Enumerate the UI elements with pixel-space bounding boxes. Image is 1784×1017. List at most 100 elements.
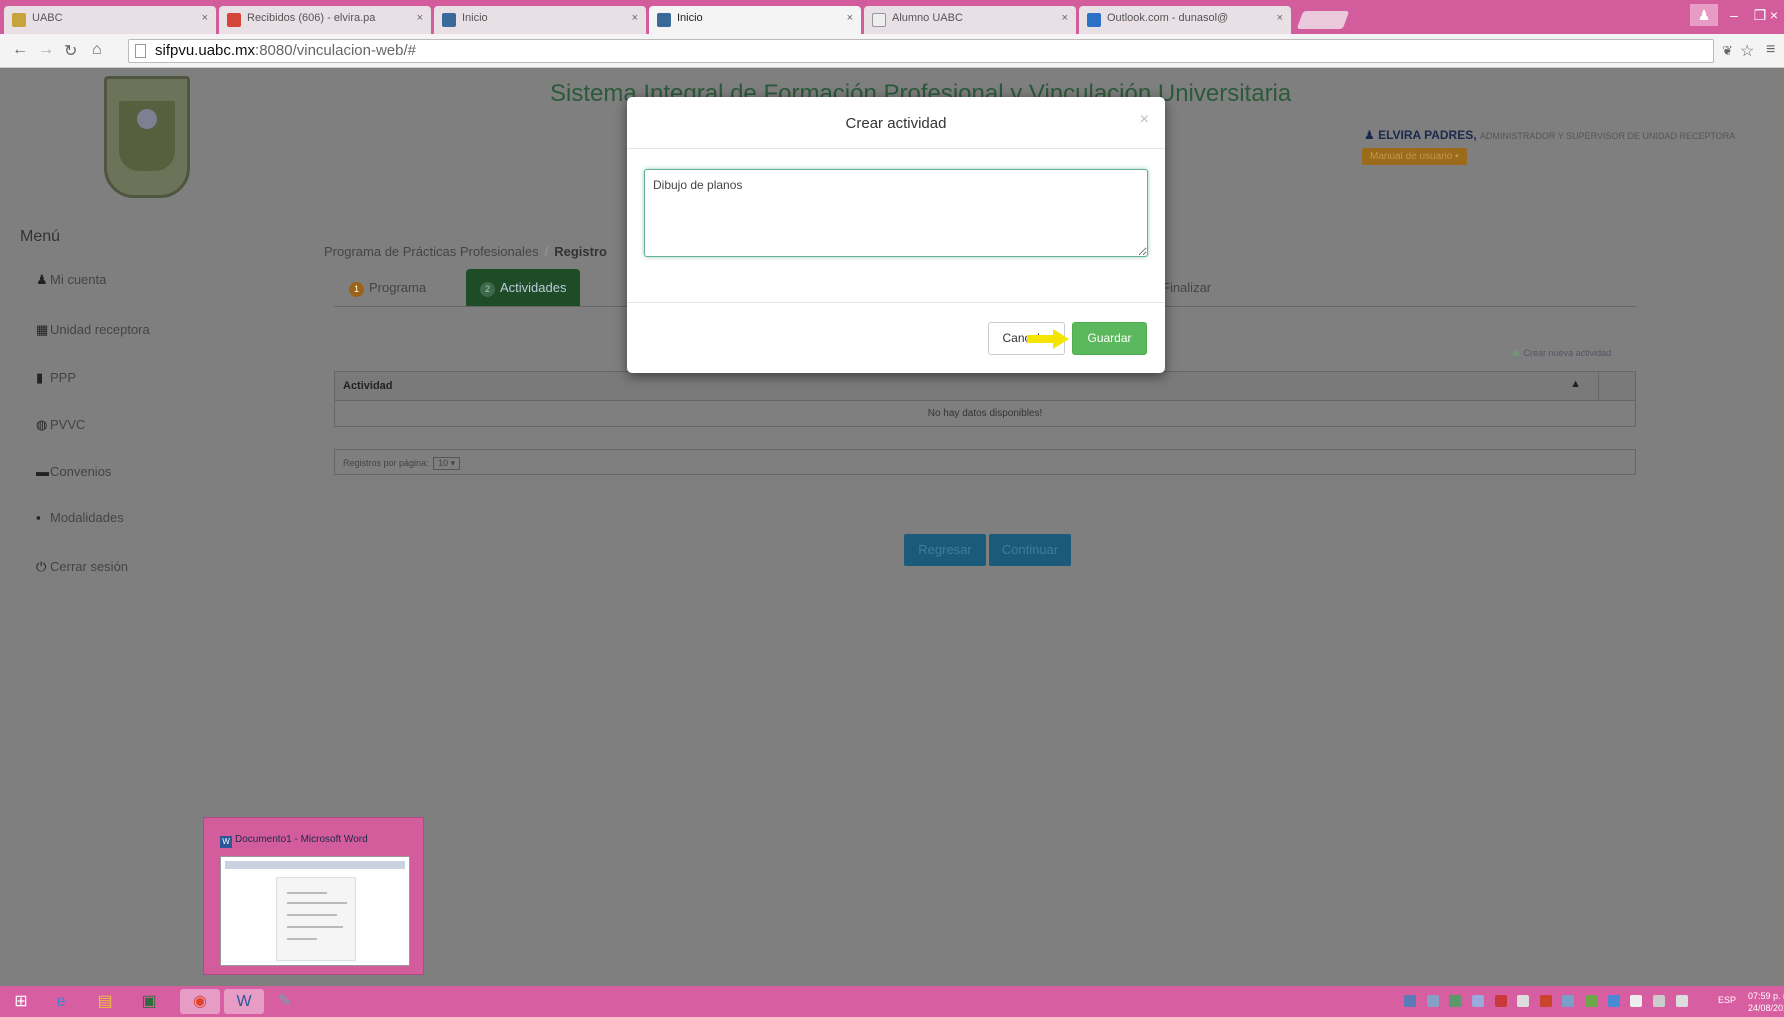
close-window-icon[interactable]: × xyxy=(1764,4,1784,26)
reload-icon[interactable]: ↻ xyxy=(64,41,77,61)
user-profile-icon[interactable]: ♟ xyxy=(1690,4,1718,26)
ribbon-preview xyxy=(225,861,405,869)
menu-item-unidad-receptora[interactable]: ▦ Unidad receptora xyxy=(36,322,150,338)
activities-table: Actividad ▲ No hay datos disponibles! xyxy=(334,371,1636,427)
home-icon[interactable]: ⌂ xyxy=(92,41,102,59)
tab-label: Programa xyxy=(369,280,427,295)
menu-item-pvvc[interactable]: ◍ PVVC xyxy=(36,417,85,433)
menu-item-convenios[interactable]: ▬Convenios xyxy=(36,464,111,479)
tray-icon[interactable] xyxy=(1426,995,1439,1007)
activity-description-input[interactable] xyxy=(644,169,1148,257)
crest-emblem xyxy=(137,109,157,129)
arrow-pointer-icon xyxy=(1027,329,1069,349)
user-info: ♟ ELVIRA PADRES, ADMINISTRADOR Y SUPERVI… xyxy=(1364,128,1735,142)
windows-start-icon[interactable]: ⊞ xyxy=(8,989,34,1014)
tray-icon[interactable] xyxy=(1517,995,1530,1007)
minimize-icon[interactable]: – xyxy=(1720,4,1748,26)
menu-icon[interactable]: ≡ xyxy=(1766,41,1775,59)
save-button[interactable]: Guardar xyxy=(1072,322,1147,355)
step-number-badge: 1 xyxy=(349,282,364,297)
breadcrumb-program[interactable]: Programa de Prácticas Profesionales xyxy=(324,244,539,259)
close-icon[interactable]: × xyxy=(202,12,208,24)
url-path: :8080/vinculacion-web/# xyxy=(255,42,416,59)
internet-explorer-icon[interactable]: e xyxy=(48,989,74,1014)
step-number-badge: 2 xyxy=(480,282,495,297)
tray-icon[interactable] xyxy=(1404,995,1416,1007)
chrome-icon[interactable]: ◉ xyxy=(180,989,220,1014)
word-thumbnail-preview[interactable]: W Documento1 - Microsoft Word xyxy=(203,817,424,975)
close-icon[interactable]: × xyxy=(417,12,423,24)
clock[interactable]: 07:59 p. m. 24/08/2015 xyxy=(1748,990,1784,1014)
menu-label: PVVC xyxy=(50,417,86,432)
browser-tab-inicio-active[interactable]: Inicio × xyxy=(649,6,861,34)
per-page-select[interactable]: 10 ▾ xyxy=(433,457,461,470)
column-header-actividad[interactable]: Actividad xyxy=(343,380,393,392)
tab-actividades[interactable]: 2 Actividades xyxy=(466,269,581,307)
network-icon[interactable] xyxy=(1652,995,1665,1007)
tray-icon[interactable] xyxy=(1471,995,1484,1007)
menu-item-ppp[interactable]: ▮ PPP xyxy=(36,370,76,386)
tray-icon[interactable] xyxy=(1539,995,1552,1007)
flag-icon[interactable] xyxy=(1630,995,1643,1007)
document-preview xyxy=(276,877,356,961)
thumbnail-title: W Documento1 - Microsoft Word xyxy=(220,834,368,848)
new-tab-button[interactable] xyxy=(1296,11,1350,29)
tab-label: Actividades xyxy=(500,280,567,295)
close-icon[interactable]: × xyxy=(632,12,638,24)
tray-icon[interactable] xyxy=(1607,995,1620,1007)
tray-icon[interactable] xyxy=(1562,995,1575,1007)
url-input[interactable]: sifpvu.uabc.mx:8080/vinculacion-web/# xyxy=(128,39,1714,63)
continue-button[interactable]: Continuar xyxy=(989,534,1071,566)
browser-tab-alumno[interactable]: Alumno UABC × xyxy=(864,6,1076,34)
breadcrumb: Programa de Prácticas Profesionales / Regi… xyxy=(324,244,607,259)
page-icon xyxy=(135,44,146,58)
close-icon[interactable]: × xyxy=(1140,111,1149,129)
forward-arrow-icon[interactable]: → xyxy=(38,41,54,59)
close-icon[interactable]: × xyxy=(1062,12,1068,24)
store-icon[interactable]: ▣ xyxy=(136,989,162,1014)
back-arrow-icon[interactable]: ← xyxy=(12,41,28,59)
breadcrumb-current: Registro xyxy=(554,244,607,259)
user-manual-button[interactable]: Manual de usuario ▪ xyxy=(1362,148,1467,165)
menu-title: Menú xyxy=(20,228,61,245)
word-icon[interactable]: W xyxy=(224,989,264,1014)
create-activity-modal: Crear actividad × Cancelar Guardar xyxy=(627,97,1165,373)
back-button[interactable]: Regresar xyxy=(904,534,986,566)
star-icon[interactable]: ☆ xyxy=(1740,41,1754,61)
volume-icon[interactable] xyxy=(1675,995,1688,1007)
extension-icon[interactable]: ❦ xyxy=(1722,43,1733,59)
close-icon[interactable]: × xyxy=(1277,12,1283,24)
language-indicator[interactable]: ESP xyxy=(1718,995,1736,1005)
tab-title: Outlook.com - dunasol@ xyxy=(1107,12,1229,24)
tray-icon[interactable] xyxy=(1585,995,1597,1007)
tab-title: Recibidos (606) - elvira.pa xyxy=(247,12,376,24)
file-explorer-icon[interactable]: ▤ xyxy=(92,989,118,1014)
sort-icon[interactable]: ▲ xyxy=(1570,378,1581,390)
clock-date: 24/08/2015 xyxy=(1748,1003,1784,1013)
word-icon: W xyxy=(220,836,232,848)
per-page-value: 10 xyxy=(438,458,449,468)
windows-taskbar: ⊞ e ▤ ▣ ◉ W ✎ ESP 07:59 p. m. 24/08/2015 xyxy=(0,986,1784,1017)
menu-label: Cerrar sesión xyxy=(50,559,129,574)
tab-programa[interactable]: 1 Programa xyxy=(335,269,440,307)
browser-tab-outlook[interactable]: Outlook.com - dunasol@ × xyxy=(1079,6,1291,34)
paint-icon[interactable]: ✎ xyxy=(272,989,298,1014)
menu-item-modalidades[interactable]: ▪ Modalidades xyxy=(36,510,124,525)
menu-item-mi-cuenta[interactable]: ♟ Mi cuenta xyxy=(36,272,106,288)
grid-icon: ▦ xyxy=(36,322,49,337)
menu-item-cerrar-sesion[interactable]: ⏻ Cerrar sesión xyxy=(36,559,128,575)
url-host: sifpvu.uabc.mx xyxy=(155,42,256,59)
tab-title: Alumno UABC xyxy=(892,12,963,24)
create-activity-link[interactable]: ⊕ Crear nueva actividad xyxy=(1512,348,1611,359)
tab-finalizar[interactable]: Finalizar xyxy=(1160,269,1225,307)
close-icon[interactable]: × xyxy=(847,12,853,24)
browser-tab-gmail[interactable]: Recibidos (606) - elvira.pa × xyxy=(219,6,431,34)
tab-label: Finalizar xyxy=(1162,280,1212,295)
breadcrumb-separator: / xyxy=(544,244,549,259)
tray-icon[interactable] xyxy=(1449,995,1462,1007)
table-header: Actividad ▲ xyxy=(334,371,1636,401)
tray-icon[interactable] xyxy=(1494,995,1507,1007)
manual-label: Manual de usuario xyxy=(1370,151,1453,162)
browser-tab-uabc[interactable]: UABC × xyxy=(4,6,216,34)
browser-tab-inicio[interactable]: Inicio × xyxy=(434,6,646,34)
